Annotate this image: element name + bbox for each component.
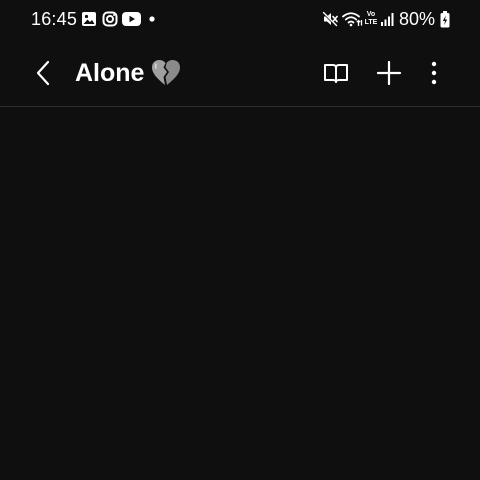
more-vertical-icon[interactable] [420,59,448,87]
battery-percent: 80% [399,9,436,29]
instagram-icon [102,11,118,27]
page-title: Alone [75,59,145,87]
book-icon[interactable] [322,59,350,87]
signal-icon [381,13,394,26]
volte-label-top: Vo [366,11,376,18]
back-button[interactable] [30,59,58,87]
broken-heart-icon [152,59,181,85]
youtube-icon [122,12,141,26]
status-time: 16:45 [31,9,78,29]
title-area: Alone [75,57,181,89]
mute-icon [322,11,338,27]
volte-icon: Vo LTE [364,11,378,29]
status-bar: 16:45 Vo LTE 80% [0,0,480,40]
battery-charging-icon [440,11,450,28]
app-bar: Alone [0,40,480,106]
notification-dot-icon [149,16,155,22]
chevron-left-icon [36,60,50,86]
volte-label-bottom: LTE [364,19,378,26]
plus-icon[interactable] [375,59,403,87]
wifi-icon [342,12,363,27]
gallery-icon [82,12,96,26]
content-area [0,107,480,480]
